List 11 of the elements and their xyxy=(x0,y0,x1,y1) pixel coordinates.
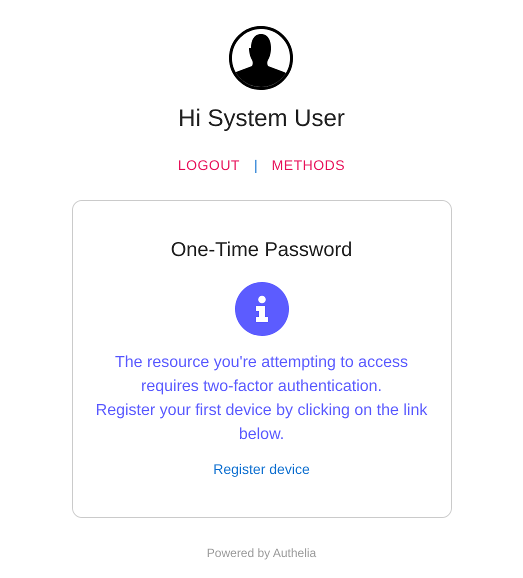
card-title: One-Time Password xyxy=(170,238,352,263)
nav-link[interactable]: METHODS xyxy=(272,156,346,174)
register-device-link[interactable]: Register device xyxy=(213,460,310,478)
info-message: The resource you're attempting to access requires two-factor authentication. xyxy=(114,353,409,397)
footer-text: Powered by Authelia xyxy=(206,545,316,561)
avatar-icon xyxy=(229,26,294,90)
separator: | xyxy=(254,156,258,174)
greeting: Hi System User xyxy=(178,104,345,134)
nav-link[interactable]: LOGOUT xyxy=(178,156,240,174)
info-icon xyxy=(234,282,288,336)
info-message: Register your first device by clicking on the link below. xyxy=(94,401,428,445)
